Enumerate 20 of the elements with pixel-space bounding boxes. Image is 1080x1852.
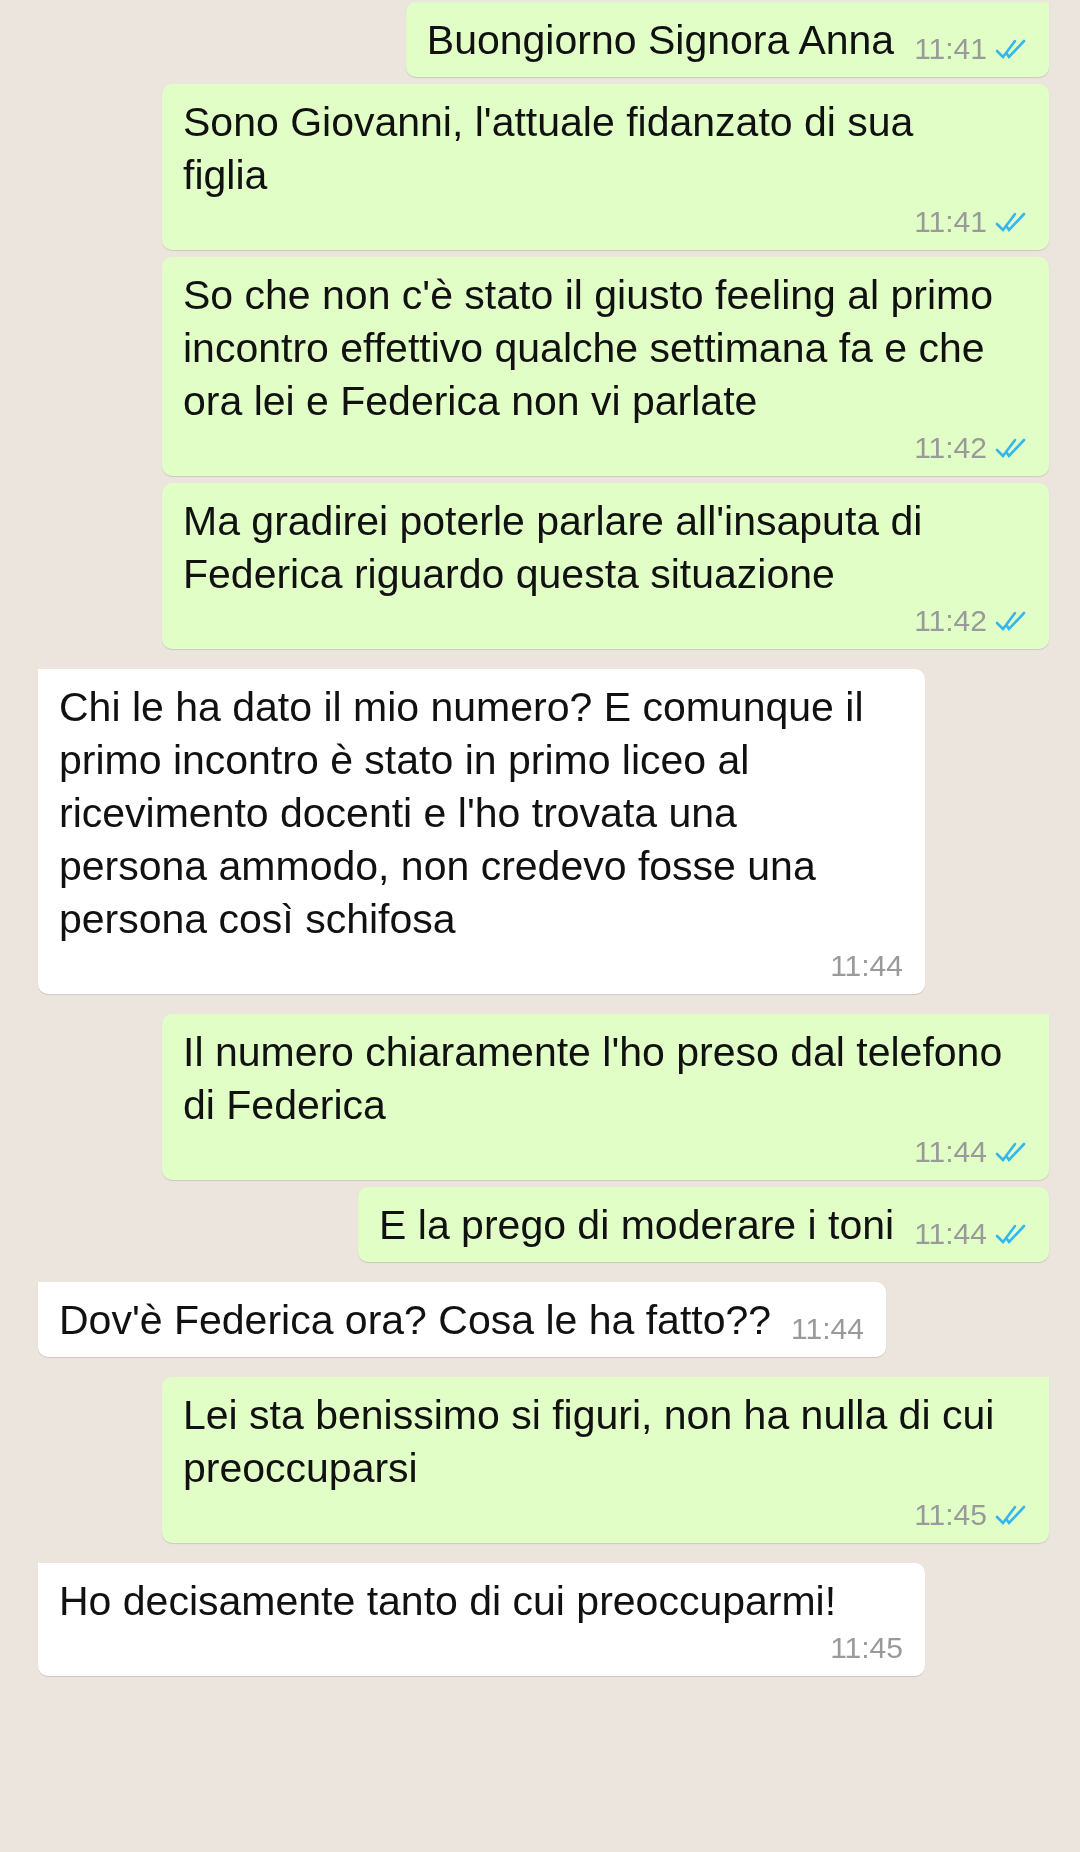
message-time: 11:44: [791, 1311, 864, 1347]
message-text: Dov'è Federica ora? Cosa le ha fatto??: [59, 1296, 772, 1345]
message-text: Ma gradirei poterle parlare all'insaputa di Federica riguardo questa situazione: [183, 497, 924, 599]
message-time: 11:44: [914, 1216, 987, 1252]
message-time: 11:44: [914, 1134, 987, 1170]
message-time: 11:44: [830, 948, 903, 984]
message-text: E la prego di moderare i toni: [379, 1201, 895, 1250]
message-time: 11:45: [914, 1497, 987, 1533]
message-time: 11:45: [830, 1630, 903, 1666]
message-time: 11:42: [914, 430, 987, 466]
message-text: Ho decisamente tanto di cui preoccuparmi!: [59, 1577, 837, 1626]
message-text: So che non c'è stato il giusto feeling al primo incontro effettivo qualche settimana fa e che ora lei e Federica non vi parlate: [183, 271, 995, 426]
message-text: Il numero chiaramente l'ho preso dal telefono di Federica: [183, 1028, 1004, 1130]
message-time: 11:41: [914, 31, 987, 67]
message-text: Chi le ha dato il mio numero? E comunque il primo incontro è stato in primo liceo al ricevimento docenti e l'ho trovata una persona ammodo, non credevo fosse una persona così schifosa: [59, 683, 865, 944]
message-text: Lei sta benissimo si figuri, non ha nulla di cui preoccuparsi: [183, 1391, 996, 1493]
message-time: 11:42: [914, 603, 987, 639]
message-text: Buongiorno Signora Anna: [426, 16, 895, 65]
message-time: 11:41: [914, 204, 987, 240]
message-text: Sono Giovanni, l'attuale fidanzato di sua figlia: [183, 98, 915, 200]
